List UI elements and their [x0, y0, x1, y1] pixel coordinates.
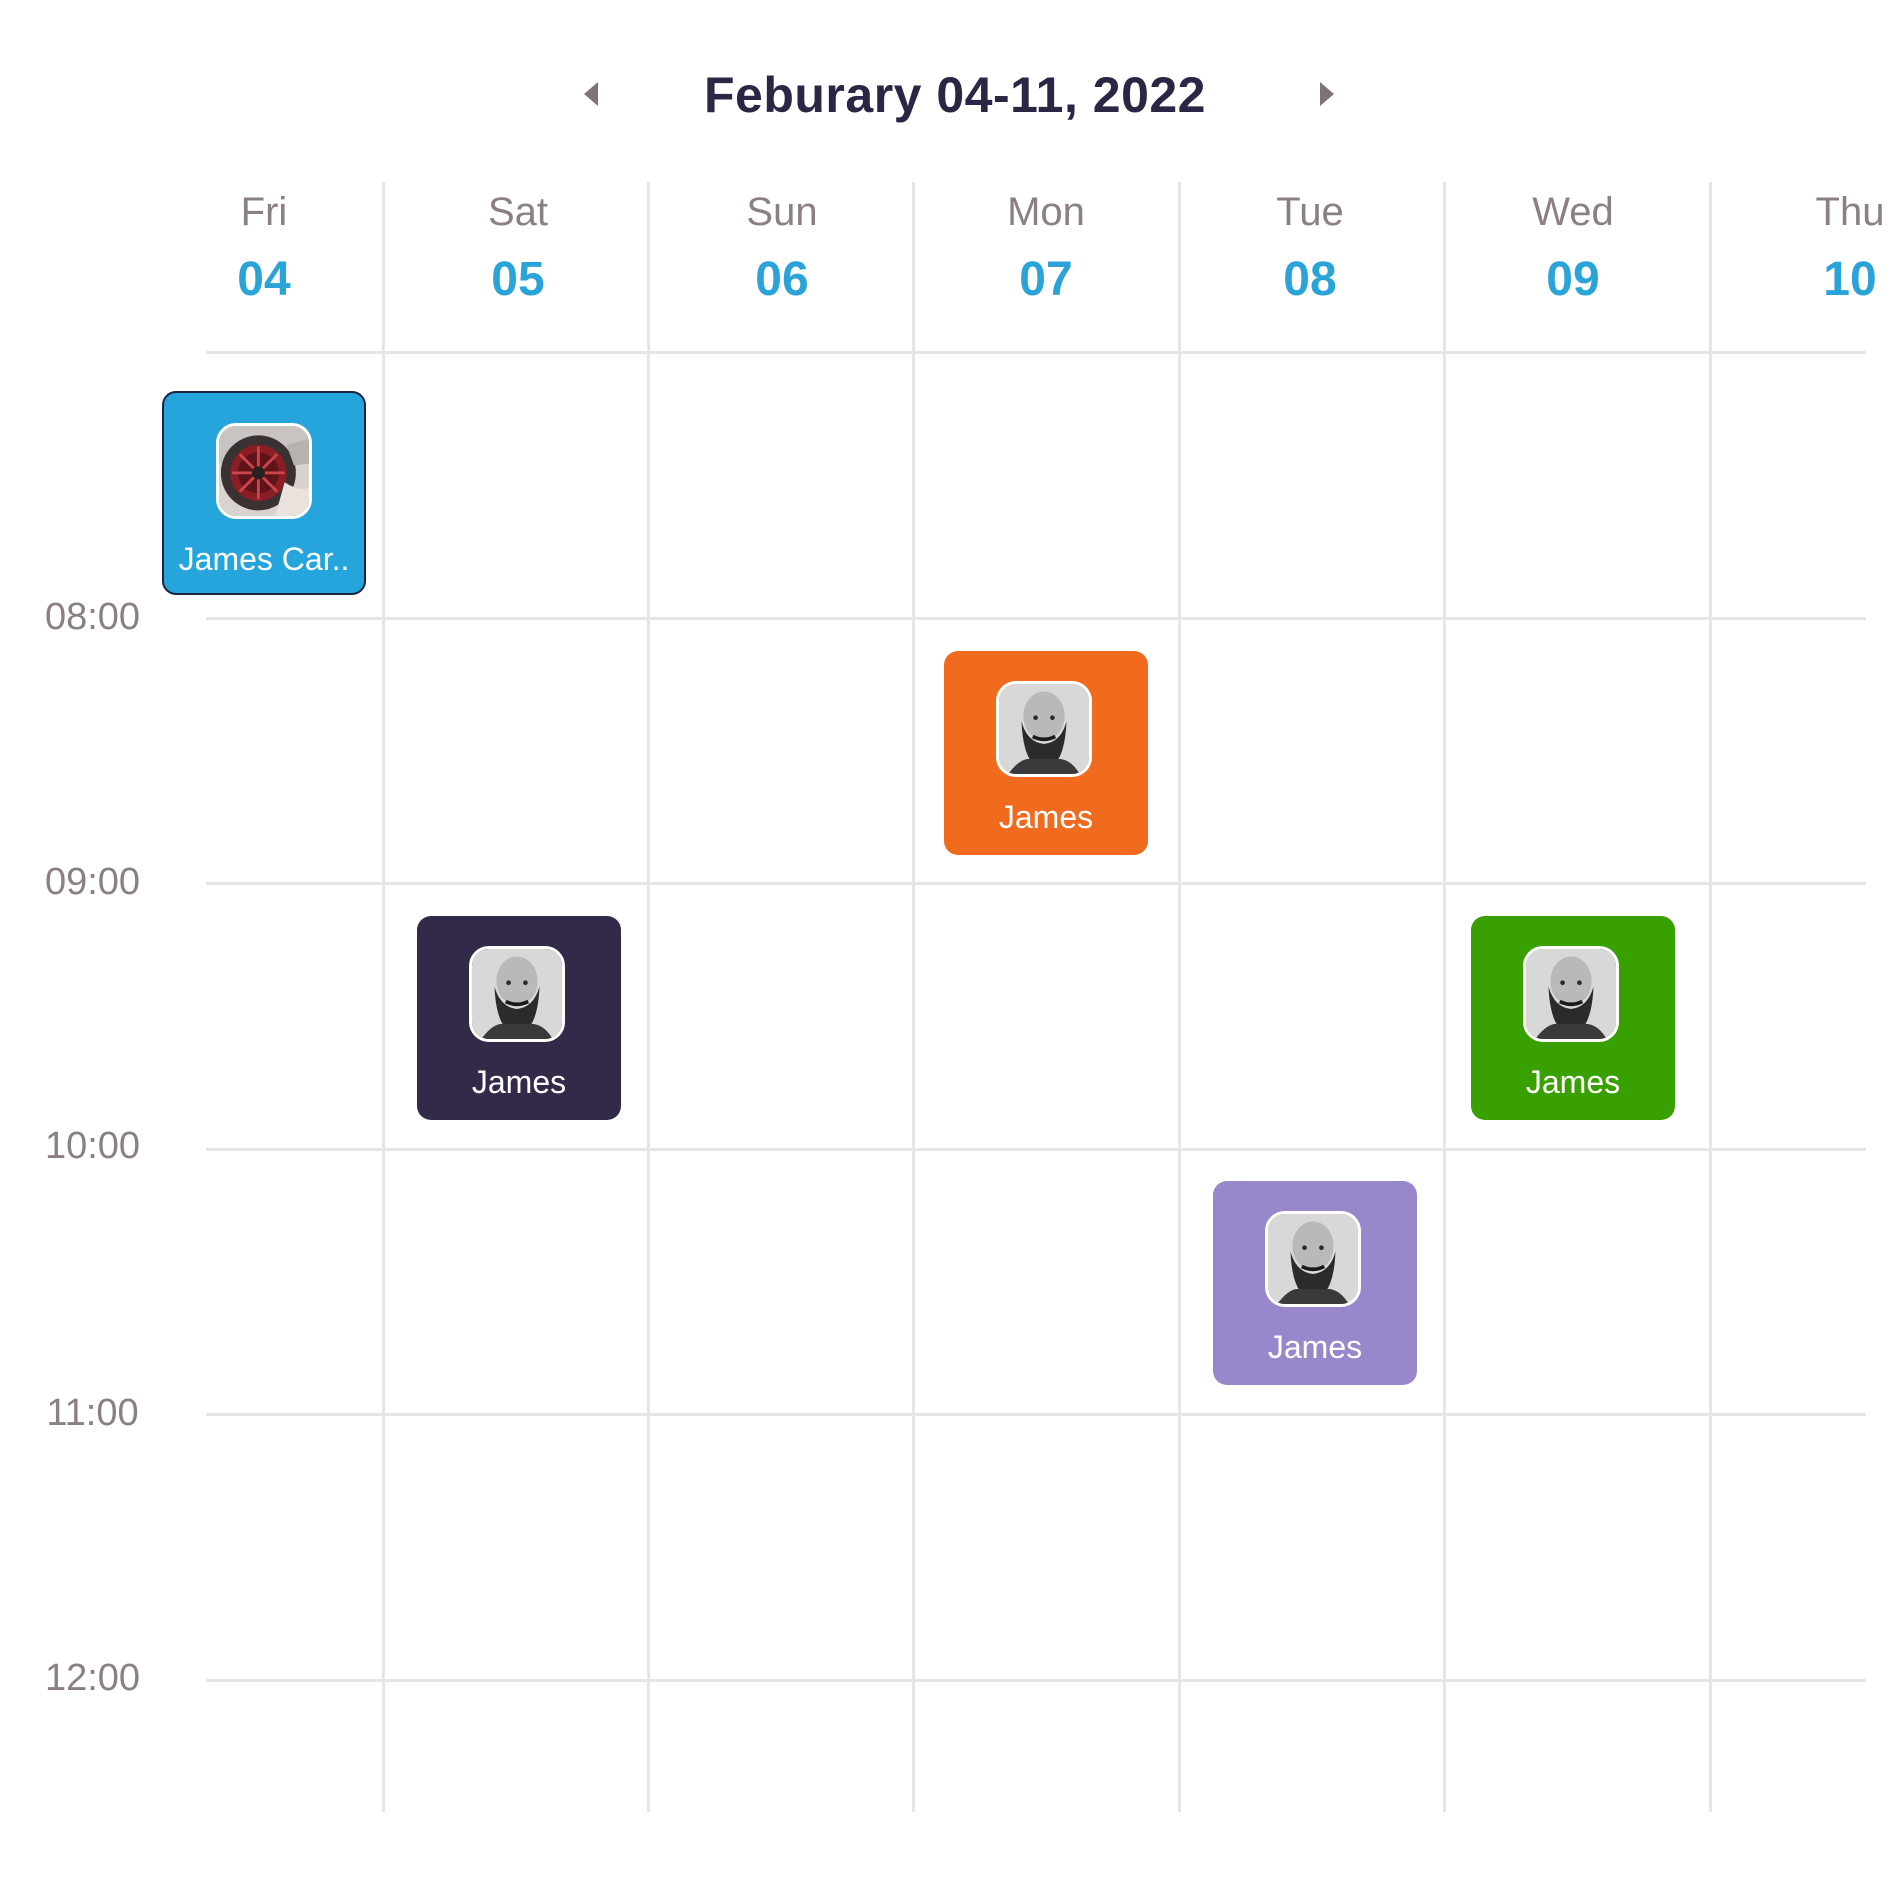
time-label: 09:00 [44, 861, 141, 903]
car-wheel-photo [216, 423, 312, 519]
column-divider [1178, 182, 1181, 1812]
day-header-fri[interactable]: Fri 04 [164, 186, 364, 312]
event-card[interactable]: James [944, 651, 1148, 855]
day-number: 05 [491, 253, 545, 306]
day-number: 09 [1546, 253, 1600, 306]
hour-line [206, 617, 1866, 620]
day-name: Thu [1815, 190, 1885, 234]
column-divider [1443, 182, 1446, 1812]
prev-week-button[interactable] [572, 74, 612, 114]
hour-line [206, 1148, 1866, 1151]
column-divider [382, 182, 385, 1812]
day-header-mon[interactable]: Mon 07 [946, 186, 1146, 312]
time-label: 11:00 [46, 1392, 139, 1434]
event-label: James [998, 799, 1094, 835]
column-divider [647, 182, 650, 1812]
event-card[interactable]: James [417, 916, 621, 1120]
column-divider [912, 182, 915, 1812]
day-header-sat[interactable]: Sat 05 [418, 186, 618, 312]
day-name: Tue [1276, 190, 1344, 234]
date-range-title: Feburary 04-11, 2022 [704, 67, 1206, 123]
day-name: Wed [1532, 190, 1614, 234]
column-divider [1709, 182, 1712, 1812]
time-label: 12:00 [44, 1657, 141, 1699]
hour-line [206, 1679, 1866, 1682]
day-name: Mon [1007, 190, 1085, 234]
day-header-tue[interactable]: Tue 08 [1210, 186, 1410, 312]
event-label: James Car.. [178, 541, 350, 577]
bearded-man-photo [1265, 1211, 1361, 1307]
caret-right-icon [1320, 82, 1334, 106]
event-card[interactable]: James [1471, 916, 1675, 1120]
event-label: James [471, 1064, 567, 1100]
day-header-thu[interactable]: Thu 10 [1750, 186, 1904, 312]
time-label: 10:00 [44, 1125, 141, 1167]
day-number: 08 [1283, 253, 1337, 306]
hour-line [206, 882, 1866, 885]
hour-line [206, 1413, 1866, 1416]
time-label: 08:00 [44, 596, 141, 638]
day-number: 10 [1823, 253, 1877, 306]
day-number: 04 [237, 253, 291, 306]
header-divider [206, 351, 1866, 354]
event-label: James [1525, 1064, 1621, 1100]
bearded-man-photo [996, 681, 1092, 777]
caret-left-icon [584, 82, 598, 106]
day-number: 07 [1019, 253, 1073, 306]
next-week-button[interactable] [1306, 74, 1346, 114]
day-number: 06 [755, 253, 809, 306]
day-header-wed[interactable]: Wed 09 [1473, 186, 1673, 312]
day-name: Fri [240, 190, 288, 234]
day-header-sun[interactable]: Sun 06 [682, 186, 882, 312]
event-label: James [1267, 1329, 1363, 1365]
day-name: Sun [746, 190, 818, 234]
event-card[interactable]: James Car.. [162, 391, 366, 595]
event-card[interactable]: James [1213, 1181, 1417, 1385]
bearded-man-photo [469, 946, 565, 1042]
calendar-week-view: Feburary 04-11, 2022 Fri 04 Sat 05 Sun 0… [0, 0, 1904, 1880]
day-name: Sat [487, 190, 549, 234]
bearded-man-photo [1523, 946, 1619, 1042]
